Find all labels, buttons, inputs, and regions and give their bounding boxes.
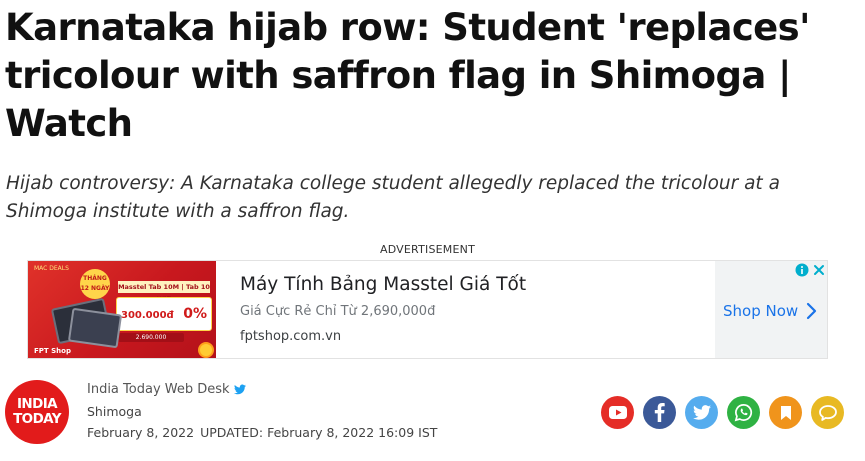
ad-choices xyxy=(793,261,827,278)
facebook-icon xyxy=(654,403,665,422)
youtube-icon xyxy=(608,406,627,419)
ad-image-price: 300.000đ xyxy=(121,310,174,321)
published-date: February 8, 2022 xyxy=(87,425,195,440)
whatsapp-icon xyxy=(734,404,753,422)
article-summary: Hijab controversy: A Karnataka college s… xyxy=(6,173,780,222)
ad-image-tag: MAC DEALS xyxy=(34,265,69,272)
ad-title[interactable]: Máy Tính Bảng Masstel Giá Tốt xyxy=(240,274,526,295)
bookmark-button[interactable] xyxy=(769,396,802,429)
twitter-share-button[interactable] xyxy=(685,396,718,429)
dateline-location: Shimoga xyxy=(87,404,142,419)
advertisement-label: ADVERTISEMENT xyxy=(379,243,475,256)
ad-domain[interactable]: fptshop.com.vn xyxy=(240,329,341,344)
twitter-icon[interactable] xyxy=(233,384,246,395)
logo-line-1: INDIA xyxy=(17,396,58,412)
india-today-logo[interactable]: INDIA TODAY xyxy=(5,380,69,444)
ad-image-sale-price: 2.690.000 xyxy=(118,333,184,342)
ad-image-percent: 0% xyxy=(183,306,207,322)
ad-image-price-box: 300.000đ 0% xyxy=(116,297,212,331)
tablet-illustration xyxy=(67,307,123,349)
ad-cta-label: Shop Now xyxy=(723,301,799,320)
ad-image-product-bar: Masstel Tab 10M | Tab 10 Wifi xyxy=(118,281,210,303)
author-name[interactable]: India Today Web Desk xyxy=(87,382,230,397)
facebook-share-button[interactable] xyxy=(643,396,676,429)
ad-image-brand: FPT Shop xyxy=(34,347,71,355)
comment-icon xyxy=(818,404,837,421)
youtube-share-button[interactable] xyxy=(601,396,634,429)
flower-icon xyxy=(200,344,212,356)
share-bar xyxy=(601,396,844,429)
article-dates: February 8, 2022 UPDATED: February 8, 20… xyxy=(87,425,437,440)
author-byline[interactable]: India Today Web Desk xyxy=(87,382,246,397)
comment-button[interactable] xyxy=(811,396,844,429)
ad-image-badge: THÁNG 12 NGÀY xyxy=(80,269,110,299)
ad-info-icon[interactable] xyxy=(794,262,809,277)
twitter-icon xyxy=(692,405,711,420)
updated-date: UPDATED: February 8, 2022 16:09 IST xyxy=(200,425,438,440)
advertisement-banner[interactable]: MAC DEALS THÁNG 12 NGÀY Masstel Tab 10M … xyxy=(27,260,828,359)
ad-product-image[interactable]: MAC DEALS THÁNG 12 NGÀY Masstel Tab 10M … xyxy=(28,261,216,358)
ad-description: Giá Cực Rẻ Chỉ Từ 2,690,000đ xyxy=(240,304,436,319)
logo-line-2: TODAY xyxy=(13,411,61,427)
article-headline: Karnataka hijab row: Student 'replaces' … xyxy=(5,6,810,145)
whatsapp-share-button[interactable] xyxy=(727,396,760,429)
ad-close-icon[interactable] xyxy=(811,262,826,277)
bookmark-icon xyxy=(780,405,791,420)
chevron-right-icon xyxy=(807,302,817,319)
